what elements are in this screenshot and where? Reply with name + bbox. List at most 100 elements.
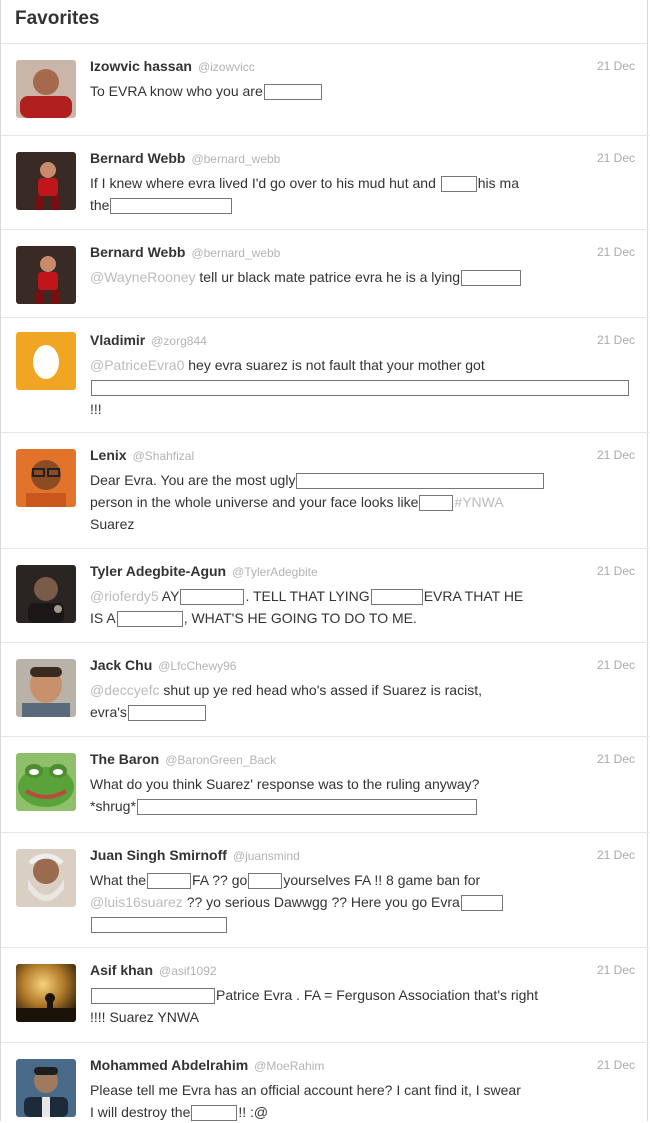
redaction-box [127, 705, 206, 722]
tweet-text-segment: , WHAT'S HE GOING TO DO TO ME. [183, 610, 417, 626]
favorites-panel: Favorites Izowvic hassan @izowvicc 21 Dec… [0, 0, 649, 1123]
tweet-author-name[interactable]: Bernard Webb [90, 150, 185, 166]
mention-link[interactable]: @deccyefc [90, 682, 159, 698]
tweet-timestamp[interactable]: 21 Dec [597, 59, 635, 73]
redaction-box [91, 380, 629, 397]
tweet-author-name[interactable]: Lenix [90, 447, 127, 463]
redaction-box [110, 198, 233, 215]
tweet-text: Please tell me Evra has an official acco… [90, 1079, 637, 1123]
avatar[interactable] [16, 246, 76, 304]
tweet-item[interactable]: Izowvic hassan @izowvicc 21 Dec To EVRA k… [1, 44, 649, 136]
mention-link[interactable]: @WayneRooney [90, 269, 196, 285]
avatar[interactable] [16, 659, 76, 717]
redaction-box [461, 270, 522, 287]
tweet-text: To EVRA know who you are [90, 80, 637, 102]
mention-link[interactable]: @PatriceEvra0 [90, 357, 184, 373]
tweet-text-segment: Please tell me Evra has an official acco… [90, 1082, 521, 1098]
avatar[interactable] [16, 152, 76, 210]
tweet-text-segment: IS A [90, 610, 116, 626]
tweet-text-segment: Suarez [90, 516, 135, 532]
tweet-text-segment: the [90, 197, 110, 213]
tweet-text: Patrice Evra . FA = Ferguson Association… [90, 984, 637, 1028]
tweet-item[interactable]: Bernard Webb @bernard_webb 21 Dec If I kn… [1, 136, 649, 230]
avatar[interactable] [16, 964, 76, 1022]
avatar[interactable] [16, 753, 76, 811]
tweet-author-handle[interactable]: @BaronGreen_Back [165, 753, 276, 767]
tweet-item[interactable]: Jack Chu @LfcChewy96 21 Dec @deccyefc shu… [1, 643, 649, 737]
tweet-text-segment: EVRA THAT HE [423, 588, 524, 604]
tweet-text-segment: ?? yo serious Dawwgg ?? Here you go Evra [182, 894, 460, 910]
tweet-text: Dear Evra. You are the most ugly person … [90, 469, 637, 535]
redaction-box [191, 1105, 238, 1122]
redaction-box [248, 873, 283, 890]
avatar[interactable] [16, 449, 76, 507]
tweet-text-segment: Patrice Evra . FA = Ferguson Association… [216, 987, 539, 1003]
tweet-author-name[interactable]: Asif khan [90, 962, 153, 978]
tweet-timestamp[interactable]: 21 Dec [597, 564, 635, 578]
tweet-text-segment: !! :@ [238, 1104, 269, 1120]
tweet-item[interactable]: Asif khan @asif1092 21 Dec Patrice Evra .… [1, 948, 649, 1043]
tweet-timestamp[interactable]: 21 Dec [597, 963, 635, 977]
tweet-author-name[interactable]: The Baron [90, 751, 159, 767]
avatar[interactable] [16, 332, 76, 390]
tweet-author-name[interactable]: Tyler Adegbite-Agun [90, 563, 226, 579]
avatar[interactable] [16, 849, 76, 907]
tweet-author-handle[interactable]: @juansmind [233, 849, 300, 863]
tweet-author-handle[interactable]: @bernard_webb [191, 152, 280, 166]
tweet-timestamp[interactable]: 21 Dec [597, 752, 635, 766]
mention-link[interactable]: @rioferdy5 [90, 588, 159, 604]
tweet-item[interactable]: Bernard Webb @bernard_webb 21 Dec @WayneR… [1, 230, 649, 318]
tweet-text-segment: shut up ye red head who's assed if Suare… [159, 682, 482, 698]
tweet-author-handle[interactable]: @asif1092 [159, 964, 217, 978]
tweet-text-segment: evra's [90, 704, 127, 720]
tweet-author-handle[interactable]: @izowvicc [198, 60, 255, 74]
tweet-text: @rioferdy5 AY . TELL THAT LYING EVRA THAT … [90, 585, 637, 629]
redaction-box [370, 589, 423, 606]
tweet-author-name[interactable]: Bernard Webb [90, 244, 185, 260]
tweet-author-name[interactable]: Jack Chu [90, 657, 152, 673]
redaction-box [116, 611, 183, 628]
hashtag-link[interactable]: #YNWA [454, 494, 503, 510]
redaction-box [180, 589, 245, 606]
tweet-text-segment: AY [158, 588, 180, 604]
tweet-author-name[interactable]: Vladimir [90, 332, 145, 348]
tweet-text-segment: I will destroy the [90, 1104, 191, 1120]
tweet-text-segment: his ma [477, 175, 519, 191]
panel-header: Favorites [1, 0, 647, 44]
avatar[interactable] [16, 60, 76, 118]
tweet-item[interactable]: Tyler Adegbite-Agun @TylerAdegbite 21 Dec… [1, 549, 649, 643]
tweet-author-handle[interactable]: @bernard_webb [191, 246, 280, 260]
tweet-author-handle[interactable]: @zorg844 [151, 334, 207, 348]
tweet-text-segment: yourselves FA !! 8 game ban for [283, 872, 481, 888]
tweet-timestamp[interactable]: 21 Dec [597, 448, 635, 462]
page-title: Favorites [15, 8, 100, 29]
tweet-text: What do you think Suarez' response was t… [90, 773, 637, 817]
tweet-author-name[interactable]: Mohammed Abdelrahim [90, 1057, 248, 1073]
mention-link[interactable]: @luis16suarez [90, 894, 183, 910]
tweet-item[interactable]: Vladimir @zorg844 21 Dec @PatriceEvra0 he… [1, 318, 649, 433]
avatar[interactable] [16, 565, 76, 623]
tweet-author-name[interactable]: Izowvic hassan [90, 58, 192, 74]
tweet-author-handle[interactable]: @Shahfizal [133, 449, 195, 463]
tweet-timestamp[interactable]: 21 Dec [597, 245, 635, 259]
avatar[interactable] [16, 1059, 76, 1117]
tweet-item[interactable]: Mohammed Abdelrahim @MoeRahim 21 Dec Plea… [1, 1043, 649, 1123]
tweet-text-segment: tell ur black mate patrice evra he is a … [195, 269, 461, 285]
tweet-text-segment: *shrug* [90, 798, 136, 814]
tweet-item[interactable]: Juan Singh Smirnoff @juansmind 21 Dec Wha… [1, 833, 649, 948]
tweet-author-handle[interactable]: @TylerAdegbite [232, 565, 318, 579]
tweet-author-name[interactable]: Juan Singh Smirnoff [90, 847, 227, 863]
tweet-timestamp[interactable]: 21 Dec [597, 848, 635, 862]
tweet-timestamp[interactable]: 21 Dec [597, 658, 635, 672]
tweet-timestamp[interactable]: 21 Dec [597, 151, 635, 165]
tweet-timestamp[interactable]: 21 Dec [597, 333, 635, 347]
tweet-author-handle[interactable]: @LfcChewy96 [158, 659, 236, 673]
tweet-text: @deccyefc shut up ye red head who's asse… [90, 679, 637, 723]
redaction-box [460, 895, 503, 912]
tweet-item[interactable]: Lenix @Shahfizal 21 Dec Dear Evra. You ar… [1, 433, 649, 549]
redaction-box [91, 988, 215, 1005]
tweet-item[interactable]: The Baron @BaronGreen_Back 21 Dec What do… [1, 737, 649, 833]
tweet-author-handle[interactable]: @MoeRahim [254, 1059, 324, 1073]
tweet-text-segment: hey evra suarez is not fault that your m… [184, 357, 485, 373]
tweet-timestamp[interactable]: 21 Dec [597, 1058, 635, 1072]
